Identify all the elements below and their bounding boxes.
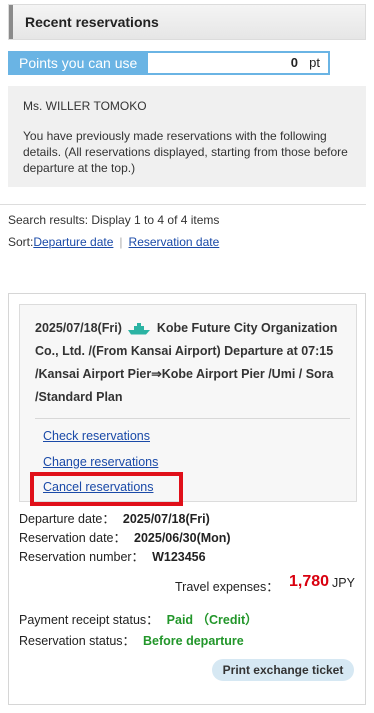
customer-name: Ms. WILLER TOMOKO bbox=[23, 99, 147, 113]
sort-label: Sort: bbox=[8, 235, 34, 249]
change-reservations-link[interactable]: Change reservations bbox=[43, 455, 158, 469]
recent-reservations-header: Recent reservations bbox=[8, 4, 366, 40]
page-title: Recent reservations bbox=[25, 14, 159, 30]
travel-expenses-unit: JPY bbox=[332, 576, 355, 590]
points-value: 0 bbox=[290, 55, 298, 70]
reservation-number-label: Reservation number： bbox=[19, 550, 145, 564]
reservation-status-value: Before departure bbox=[143, 634, 244, 648]
departure-date-value: 2025/07/18(Fri) bbox=[122, 512, 210, 526]
ship-icon bbox=[128, 323, 151, 335]
payment-status-label: Payment receipt status： bbox=[19, 613, 159, 627]
search-results-summary: Search results: Display 1 to 4 of 4 item… bbox=[8, 213, 220, 227]
reservation-number-value: W123456 bbox=[152, 550, 206, 564]
sort-separator: | bbox=[119, 235, 123, 249]
travel-expenses-label: Travel expenses： bbox=[175, 580, 279, 594]
reservation-date-label: Reservation date： bbox=[19, 531, 127, 545]
print-exchange-ticket-button[interactable]: Print exchange ticket bbox=[212, 659, 354, 681]
reservation-summary-box: 2025/07/18(Fri) Kobe Future City Organiz… bbox=[19, 304, 357, 506]
reservation-date-row: Reservation date： 2025/06/30(Mon) bbox=[19, 527, 231, 546]
points-row: Points you can use 0 pt bbox=[8, 51, 330, 75]
payment-status-row: Payment receipt status： Paid （Credit） bbox=[19, 609, 258, 628]
reservation-status-label: Reservation status： bbox=[19, 634, 136, 648]
sort-by-reservation-link[interactable]: Reservation date bbox=[129, 235, 220, 249]
reservation-number-row: Reservation number： W123456 bbox=[19, 546, 206, 565]
travel-expenses-value: 1,780 bbox=[289, 573, 330, 590]
points-box: 0 pt bbox=[146, 51, 330, 75]
sort-row: Sort:Departure date | Reservation date bbox=[8, 235, 219, 249]
sort-by-departure-link[interactable]: Departure date bbox=[33, 235, 113, 249]
customer-info-box: Ms. WILLER TOMOKO You have previously ma… bbox=[8, 86, 366, 187]
cancel-highlight-box bbox=[30, 472, 183, 506]
points-label: Points you can use bbox=[8, 51, 146, 75]
results-divider bbox=[0, 204, 366, 205]
departure-date-label: Departure date： bbox=[19, 512, 115, 526]
departure-date-row: Departure date： 2025/07/18(Fri) bbox=[19, 508, 210, 527]
check-reservations-link[interactable]: Check reservations bbox=[43, 429, 150, 443]
reservation-date-value: 2025/06/30(Mon) bbox=[134, 531, 231, 545]
info-message: You have previously made reservations wi… bbox=[23, 129, 348, 175]
summary-divider bbox=[35, 418, 350, 419]
payment-status-value: Paid （Credit） bbox=[166, 613, 258, 627]
reservation-card: 2025/07/18(Fri) Kobe Future City Organiz… bbox=[8, 293, 366, 705]
trip-details: 2025/07/18(Fri) Kobe Future City Organiz… bbox=[35, 317, 345, 409]
trip-date: 2025/07/18(Fri) bbox=[35, 321, 122, 335]
header-accent bbox=[9, 5, 13, 39]
points-unit: pt bbox=[309, 55, 320, 70]
reservation-status-row: Reservation status： Before departure bbox=[19, 630, 244, 649]
